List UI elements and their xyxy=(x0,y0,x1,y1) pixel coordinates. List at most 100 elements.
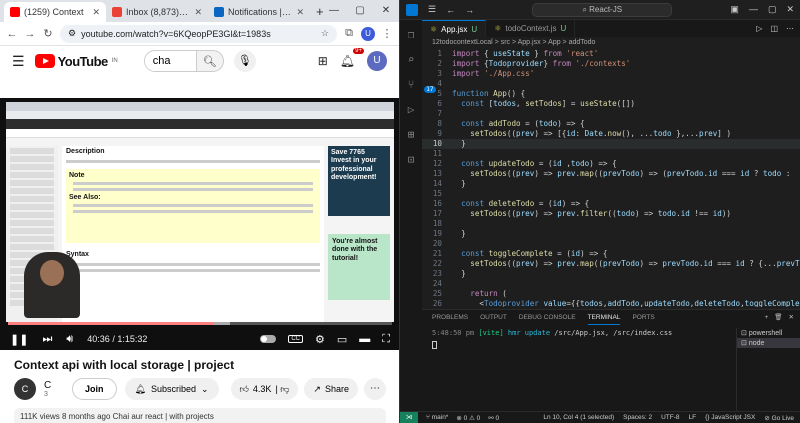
video-progress-bar[interactable] xyxy=(8,322,392,325)
more-icon[interactable]: ⋯ xyxy=(786,20,794,37)
close-tab-icon[interactable]: ✕ xyxy=(296,7,304,18)
code-line[interactable]: 6 const [todos, setTodos] = useState([]) xyxy=(422,99,800,109)
remote-indicator-icon[interactable]: ⋊ xyxy=(400,411,418,423)
join-button[interactable]: Join xyxy=(72,378,117,400)
pause-icon[interactable]: ❚❚ xyxy=(10,333,28,346)
profile-avatar[interactable]: U xyxy=(361,26,375,41)
code-line[interactable]: 8 const addTodo = (todo) => { xyxy=(422,119,800,129)
search-icon[interactable]: 🔍︎ xyxy=(197,55,223,68)
nav-back-icon[interactable]: ← xyxy=(446,5,455,15)
code-line[interactable]: 2 import {Todoprovider} from './contexts' xyxy=(422,59,800,69)
reload-icon[interactable]: ↻ xyxy=(42,27,54,40)
line-endings[interactable]: LF xyxy=(689,414,697,422)
code-line[interactable]: 10 } xyxy=(422,139,800,149)
source-control-icon[interactable]: ⑂ 17 xyxy=(408,78,436,93)
like-button[interactable]: 👍︎ 4.3K | 👎︎ xyxy=(230,378,299,400)
minimize-icon[interactable]: — xyxy=(749,4,758,15)
new-terminal-icon[interactable]: + xyxy=(764,310,768,325)
more-actions-icon[interactable]: ⋯ xyxy=(364,378,386,400)
code-line[interactable]: 7 xyxy=(422,109,800,119)
youtube-search-box[interactable]: cha 🔍︎ xyxy=(143,50,224,72)
encoding[interactable]: UTF-8 xyxy=(661,414,679,422)
code-line[interactable]: 26 <Todoprovider value={{todos,addTodo,u… xyxy=(422,299,800,307)
indentation[interactable]: Spaces: 2 xyxy=(623,414,652,422)
captions-icon[interactable]: CC xyxy=(288,335,304,343)
menu-kebab-icon[interactable]: ⋮ xyxy=(381,27,393,40)
site-info-icon[interactable]: ⚙ xyxy=(68,28,76,39)
back-icon[interactable]: ← xyxy=(6,28,18,40)
youtube-avatar[interactable]: U xyxy=(367,51,387,71)
extensions-icon[interactable]: ⊞ xyxy=(408,128,415,141)
code-line[interactable]: 17 setTodos((prev) => prev.filter((todo)… xyxy=(422,209,800,219)
code-line[interactable]: 12 const updateTodo = (id ,todo) => { xyxy=(422,159,800,169)
trash-icon[interactable]: 🗑︎ xyxy=(774,310,782,325)
layout-icon[interactable]: ▣ xyxy=(730,4,739,15)
minimize-icon[interactable]: — xyxy=(321,0,347,22)
panel-tab-debug-console[interactable]: DEBUG CONSOLE xyxy=(519,310,576,325)
subscribed-button[interactable]: 🔔︎ Subscribed ⌄ xyxy=(124,378,219,400)
code-line[interactable]: 3 import './App.css' xyxy=(422,69,800,79)
run-icon[interactable]: ▷ xyxy=(756,20,762,37)
git-branch[interactable]: ⑂ main* xyxy=(426,414,448,421)
code-editor[interactable]: 1 import { useState } from 'react' 2 import… xyxy=(422,49,800,307)
channel-avatar[interactable]: C xyxy=(14,378,36,400)
run-debug-icon[interactable]: ▷ xyxy=(408,103,415,116)
dislike-icon[interactable]: | 👎︎ xyxy=(275,378,289,400)
code-line[interactable]: 22 setTodos((prev) => prev.map((prevTodo… xyxy=(422,259,800,269)
maximize-icon[interactable]: ▢ xyxy=(768,4,777,15)
panel-tab-terminal[interactable]: TERMINAL xyxy=(587,310,621,325)
go-live-button[interactable]: ⊘ Go Live xyxy=(764,414,794,422)
share-button[interactable]: ↗ Share xyxy=(304,378,358,400)
panel-tab-ports[interactable]: PORTS xyxy=(632,310,654,325)
command-center[interactable]: ⌕ React-JS xyxy=(532,2,673,17)
description-box[interactable]: 111K views 8 months ago Chai aur react |… xyxy=(14,408,386,423)
code-line[interactable]: 14 } xyxy=(422,179,800,189)
close-icon[interactable]: ✕ xyxy=(373,0,399,22)
code-line[interactable]: 21 const toggleComplete = (id) => { xyxy=(422,249,800,259)
code-line[interactable]: 19 } xyxy=(422,229,800,239)
bookmark-star-icon[interactable]: ☆ xyxy=(321,28,329,39)
split-editor-icon[interactable]: ◫ xyxy=(770,20,778,37)
code-line[interactable]: 5 function App() { xyxy=(422,89,800,99)
url-field[interactable]: ⚙ youtube.com/watch?v=6KQeopPE3Gl&t=1983… xyxy=(60,24,337,43)
search-icon[interactable]: ⌕ xyxy=(408,53,415,66)
create-video-icon[interactable]: ⊞ xyxy=(318,54,328,68)
autoplay-toggle[interactable] xyxy=(260,335,277,343)
channel-name[interactable]: C xyxy=(44,380,64,391)
notifications-bell-icon[interactable]: 🔔︎ 9+ xyxy=(340,48,364,68)
code-line[interactable]: 18 xyxy=(422,219,800,229)
close-icon[interactable]: ✕ xyxy=(786,4,794,15)
code-line[interactable]: 13 setTodos((prev) => prev.map((prevTodo… xyxy=(422,169,800,179)
code-line[interactable]: 24 xyxy=(422,279,800,289)
browser-tab[interactable]: Inbox (8,873) - utka ✕ xyxy=(106,2,208,22)
video-player[interactable]: Description Note See Also: Syntax Save 7… xyxy=(0,98,399,350)
code-line[interactable]: 1 import { useState } from 'react' xyxy=(422,49,800,59)
close-panel-icon[interactable]: ✕ xyxy=(789,310,794,325)
youtube-logo[interactable]: YouTube IN xyxy=(34,54,118,69)
terminal-output[interactable]: 5:48:50 pm [vite] hmr update /src/App.js… xyxy=(432,329,732,351)
editor-tab[interactable]: ⚛ App.jsx U xyxy=(422,20,487,37)
extensions-icon[interactable]: ⧉ xyxy=(343,27,355,40)
explorer-icon[interactable]: ❐ xyxy=(408,28,415,41)
terminal-instance[interactable]: ⊡ powershell xyxy=(737,328,800,338)
terminal-instance[interactable]: ⊡ node xyxy=(737,338,800,348)
panel-tab-problems[interactable]: PROBLEMS xyxy=(432,310,468,325)
language-mode[interactable]: {} JavaScript JSX xyxy=(705,414,755,422)
nav-forward-icon[interactable]: → xyxy=(465,5,474,15)
code-line[interactable]: 20 xyxy=(422,239,800,249)
volume-icon[interactable]: 🔊︎ xyxy=(66,333,73,346)
ports-count[interactable]: ⚯ 0 xyxy=(488,414,499,422)
browser-tab[interactable]: Notifications | Lin ✕ xyxy=(208,2,310,22)
remote-explorer-icon[interactable]: ⊡ xyxy=(408,153,415,166)
code-line[interactable]: 11 xyxy=(422,149,800,159)
search-input[interactable]: cha xyxy=(144,51,197,71)
problems-count[interactable]: ⊗ 0 ⚠ 0 xyxy=(456,414,480,422)
fullscreen-icon[interactable]: ⛶ xyxy=(382,333,390,346)
panel-tab-output[interactable]: OUTPUT xyxy=(480,310,507,325)
hamburger-menu-icon[interactable]: ☰ xyxy=(12,53,25,70)
settings-gear-icon[interactable]: ⚙ xyxy=(315,333,325,346)
breadcrumb[interactable]: 12todocontextLocal > src > App.jsx > App… xyxy=(422,37,800,49)
maximize-icon[interactable]: ▢ xyxy=(347,0,373,22)
menu-icon[interactable]: ☰ xyxy=(428,4,436,15)
code-line[interactable]: 25 return ( xyxy=(422,289,800,299)
